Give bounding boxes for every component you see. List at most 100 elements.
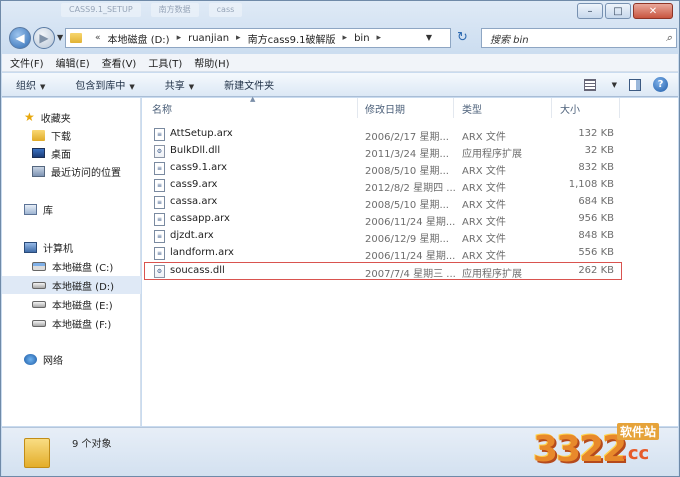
nav-drive-c[interactable]: 本地磁盘 (C:) xyxy=(2,257,141,275)
file-date: 2006/2/17 星期... xyxy=(365,132,449,143)
nav-downloads[interactable]: 下载 xyxy=(2,126,141,144)
chevron-down-icon[interactable]: ▼ xyxy=(426,33,432,42)
command-toolbar: 组织 ▼ 包含到库中 ▼ 共享 ▼ 新建文件夹 ▼ ? xyxy=(2,73,678,97)
nav-drive-e[interactable]: 本地磁盘 (E:) xyxy=(2,295,141,313)
column-header-name[interactable]: 名称 xyxy=(142,98,358,118)
breadcrumb-cass-folder[interactable]: 南方cass9.1破解版 xyxy=(248,31,336,46)
file-row[interactable]: ≡ landform.arx 2006/11/24 星期... ARX 文件 5… xyxy=(142,245,678,262)
arx-file-icon: ≡ xyxy=(154,247,165,260)
file-size: 684 KB xyxy=(578,196,614,207)
file-row[interactable]: ⚙ BulkDll.dll 2011/3/24 星期... 应用程序扩展 32 … xyxy=(142,143,678,160)
column-header-type[interactable]: 类型 xyxy=(454,98,552,118)
file-size: 32 KB xyxy=(584,145,614,156)
nav-recent-label: 最近访问的位置 xyxy=(51,167,121,179)
close-button[interactable]: ✕ xyxy=(633,3,673,19)
breadcrumb-drive-d[interactable]: 本地磁盘 (D:) xyxy=(108,31,170,46)
file-row[interactable]: ≡ cassa.arx 2008/5/10 星期... ARX 文件 684 K… xyxy=(142,194,678,211)
breadcrumb-separator[interactable]: ▸ xyxy=(236,33,241,43)
chevron-down-icon: ▼ xyxy=(40,83,46,91)
column-header-size[interactable]: 大小 xyxy=(552,98,620,118)
file-row[interactable]: ≡ AttSetup.arx 2006/2/17 星期... ARX 文件 13… xyxy=(142,126,678,143)
menu-bar: 文件(F) 编辑(E) 查看(V) 工具(T) 帮助(H) xyxy=(2,54,678,72)
menu-tools[interactable]: 工具(T) xyxy=(148,55,182,70)
breadcrumb-bin[interactable]: bin xyxy=(354,33,369,44)
recent-places-icon xyxy=(32,165,45,177)
nav-drive-d[interactable]: 本地磁盘 (D:) xyxy=(2,276,141,294)
include-library-button[interactable]: 包含到库中 ▼ xyxy=(75,77,134,92)
nav-favorites-label: 收藏夹 xyxy=(40,113,71,125)
address-bar[interactable]: « 本地磁盘 (D:) ▸ ruanjian ▸ 南方cass9.1破解版 ▸ … xyxy=(65,28,451,48)
file-name: AttSetup.arx xyxy=(170,128,233,139)
watermark-cn: 软件站 xyxy=(617,423,660,440)
file-row[interactable]: ≡ djzdt.arx 2006/12/9 星期... ARX 文件 848 K… xyxy=(142,228,678,245)
arx-file-icon: ≡ xyxy=(154,128,165,141)
new-folder-button[interactable]: 新建文件夹 xyxy=(224,77,274,92)
breadcrumb-separator[interactable]: ▸ xyxy=(177,33,182,43)
arx-file-icon: ≡ xyxy=(154,179,165,192)
menu-help[interactable]: 帮助(H) xyxy=(194,55,229,70)
file-size: 556 KB xyxy=(578,247,614,258)
file-name: cass9.1.arx xyxy=(170,162,228,173)
chevron-down-icon[interactable]: ▼ xyxy=(612,81,617,89)
column-header-date[interactable]: 修改日期 xyxy=(358,98,454,118)
minimize-button[interactable]: – xyxy=(577,3,603,19)
file-row[interactable]: ≡ cassapp.arx 2006/11/24 星期... ARX 文件 95… xyxy=(142,211,678,228)
file-row[interactable]: ≡ cass9.arx 2012/8/2 星期四 ... ARX 文件 1,10… xyxy=(142,177,678,194)
refresh-icon[interactable]: ↻ xyxy=(457,30,468,45)
nav-drive-f-label: 本地磁盘 (F:) xyxy=(52,319,112,331)
site-watermark: 3322 软件站 .cc xyxy=(531,419,677,475)
menu-edit[interactable]: 编辑(E) xyxy=(56,55,90,70)
arx-file-icon: ≡ xyxy=(154,162,165,175)
breadcrumb-separator[interactable]: ▸ xyxy=(377,33,382,43)
file-size: 132 KB xyxy=(578,128,614,139)
dll-file-icon: ⚙ xyxy=(154,145,165,158)
nav-favorites[interactable]: ★ 收藏夹 xyxy=(2,108,141,126)
file-date: 2006/11/24 星期... xyxy=(365,251,455,262)
file-type: ARX 文件 xyxy=(462,183,506,194)
watermark-domain: .cc xyxy=(621,443,650,464)
toolbar-right: ▼ ? xyxy=(583,77,668,92)
search-icon[interactable]: ⌕ xyxy=(666,31,672,45)
forward-button[interactable]: ▶ xyxy=(33,27,55,49)
menu-view[interactable]: 查看(V) xyxy=(102,55,137,70)
maximize-button[interactable]: □ xyxy=(605,3,631,19)
nav-library[interactable]: 库 xyxy=(2,200,141,218)
desktop-icon xyxy=(32,148,45,158)
file-date: 2006/12/9 星期... xyxy=(365,234,449,245)
organize-label: 组织 xyxy=(16,81,36,92)
organize-button[interactable]: 组织 ▼ xyxy=(16,77,45,92)
nav-network[interactable]: 网络 xyxy=(2,350,141,368)
file-type: ARX 文件 xyxy=(462,132,506,143)
window-controls: – □ ✕ xyxy=(577,3,673,19)
arx-file-icon: ≡ xyxy=(154,213,165,226)
search-input[interactable]: 搜索 bin ⌕ xyxy=(481,28,677,48)
file-row[interactable]: ≡ cass9.1.arx 2008/5/10 星期... ARX 文件 832… xyxy=(142,160,678,177)
file-type: 应用程序扩展 xyxy=(462,149,522,160)
file-date: 2006/11/24 星期... xyxy=(365,217,455,228)
back-button[interactable]: ◀ xyxy=(9,27,31,49)
preview-pane-icon[interactable] xyxy=(629,78,641,91)
file-type: ARX 文件 xyxy=(462,217,506,228)
file-size: 848 KB xyxy=(578,230,614,241)
file-name: cassapp.arx xyxy=(170,213,230,224)
star-icon: ★ xyxy=(24,110,35,124)
file-name: BulkDll.dll xyxy=(170,145,221,156)
nav-recent[interactable]: 最近访问的位置 xyxy=(2,162,141,180)
column-size-label: 大小 xyxy=(560,104,580,116)
menu-file[interactable]: 文件(F) xyxy=(10,55,44,70)
view-options-icon[interactable] xyxy=(583,78,596,91)
nav-drive-f[interactable]: 本地磁盘 (F:) xyxy=(2,314,141,332)
title-ghost-tabs: CASS9.1_SETUP 南方数据 cass xyxy=(61,3,243,17)
help-icon[interactable]: ? xyxy=(653,77,668,92)
breadcrumb-separator[interactable]: ▸ xyxy=(343,33,348,43)
share-button[interactable]: 共享 ▼ xyxy=(165,77,194,92)
nav-computer[interactable]: 计算机 xyxy=(2,238,141,256)
file-date: 2011/3/24 星期... xyxy=(365,149,449,160)
breadcrumb-ruanjian[interactable]: ruanjian xyxy=(188,33,229,44)
breadcrumb-separator[interactable]: « xyxy=(95,33,101,43)
drive-icon xyxy=(32,300,46,308)
nav-desktop[interactable]: 桌面 xyxy=(2,144,141,162)
drive-icon xyxy=(32,319,46,327)
recent-pages-dropdown[interactable]: ▼ xyxy=(57,33,63,42)
nav-network-label: 网络 xyxy=(43,355,63,367)
